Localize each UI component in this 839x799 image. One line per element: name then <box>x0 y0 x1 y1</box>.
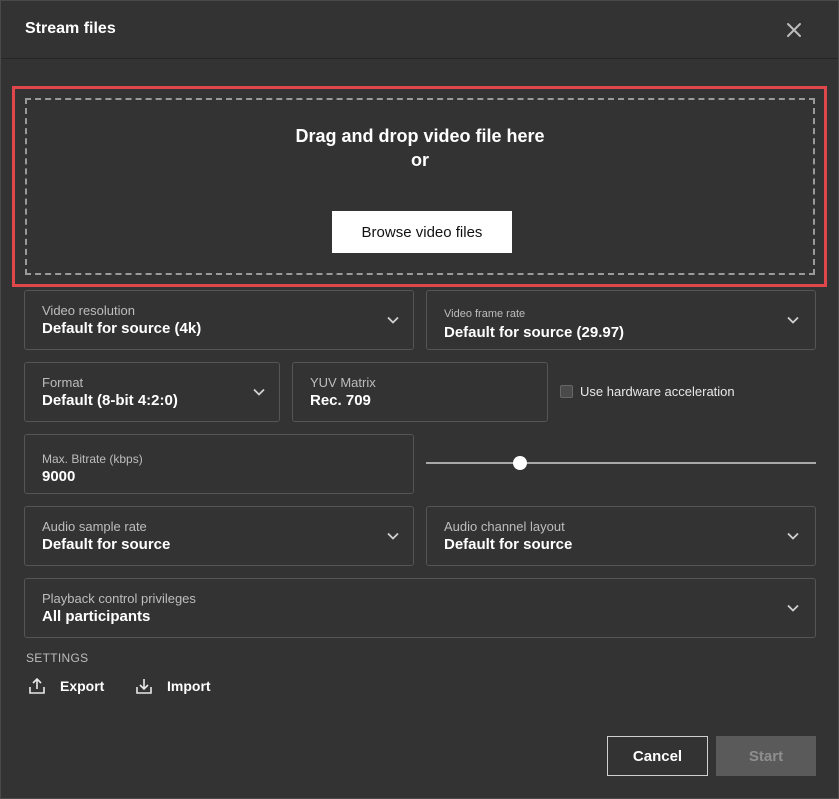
dropzone-instruction: Drag and drop video file here <box>295 126 545 146</box>
slider-thumb[interactable] <box>512 456 527 470</box>
browse-video-files-button[interactable]: Browse video files <box>332 211 512 253</box>
hardware-acceleration-label: Use hardware acceleration <box>580 384 735 399</box>
start-button[interactable]: Start <box>716 736 816 776</box>
playback-control-value: All participants <box>42 608 151 625</box>
chevron-down-icon <box>253 388 265 396</box>
audio-channel-layout-label: Audio channel layout <box>444 519 565 534</box>
format-value: Default (8-bit 4:2:0) <box>42 392 178 409</box>
audio-sample-rate-label: Audio sample rate <box>42 519 147 534</box>
dialog-header: Stream files <box>1 1 838 59</box>
yuv-matrix-value: Rec. 709 <box>310 392 371 409</box>
yuv-matrix-field[interactable]: YUV Matrix Rec. 709 <box>292 362 548 422</box>
close-icon <box>787 23 801 37</box>
video-resolution-select[interactable]: Video resolution Default for source (4k) <box>24 290 414 350</box>
export-label: Export <box>60 678 105 694</box>
chevron-down-icon <box>787 316 799 324</box>
audio-channel-layout-value: Default for source <box>444 536 573 553</box>
slider-track[interactable] <box>426 462 816 464</box>
hardware-acceleration-checkbox[interactable]: Use hardware acceleration <box>560 384 735 399</box>
max-bitrate-field[interactable]: Max. Bitrate (kbps) 9000 <box>24 434 414 494</box>
chevron-down-icon <box>787 604 799 612</box>
export-icon <box>29 677 45 694</box>
stream-files-dialog: Stream files Drag and drop video file he… <box>0 0 839 799</box>
bitrate-slider[interactable] <box>426 453 816 473</box>
video-frame-rate-select[interactable]: Video frame rate Default for source (29.… <box>426 290 816 350</box>
playback-control-select[interactable]: Playback control privileges All particip… <box>24 578 816 638</box>
max-bitrate-label: Max. Bitrate (kbps) <box>42 452 143 466</box>
close-button[interactable] <box>784 20 804 40</box>
audio-channel-layout-select[interactable]: Audio channel layout Default for source <box>426 506 816 566</box>
dropzone-or-text: or <box>411 150 429 170</box>
audio-sample-rate-value: Default for source <box>42 536 171 553</box>
import-label: Import <box>167 678 211 694</box>
settings-heading: SETTINGS <box>26 651 89 665</box>
video-resolution-label: Video resolution <box>42 303 135 318</box>
dialog-title: Stream files <box>25 20 116 37</box>
max-bitrate-value: 9000 <box>42 468 76 485</box>
yuv-matrix-label: YUV Matrix <box>310 375 376 390</box>
format-label: Format <box>42 375 84 390</box>
export-settings-button[interactable]: Export <box>28 677 104 695</box>
video-dropzone[interactable]: Drag and drop video file here or Browse … <box>25 98 815 275</box>
import-icon <box>136 679 152 694</box>
video-resolution-value: Default for source (4k) <box>42 320 202 337</box>
chevron-down-icon <box>387 532 399 540</box>
import-settings-button[interactable]: Import <box>135 677 211 695</box>
checkbox-box[interactable] <box>560 385 573 398</box>
video-frame-rate-label: Video frame rate <box>444 308 526 320</box>
chevron-down-icon <box>787 532 799 540</box>
format-select[interactable]: Format Default (8-bit 4:2:0) <box>24 362 280 422</box>
chevron-down-icon <box>387 316 399 324</box>
playback-control-label: Playback control privileges <box>42 591 196 606</box>
cancel-button[interactable]: Cancel <box>607 736 708 776</box>
video-frame-rate-value: Default for source (29.97) <box>444 324 625 341</box>
audio-sample-rate-select[interactable]: Audio sample rate Default for source <box>24 506 414 566</box>
